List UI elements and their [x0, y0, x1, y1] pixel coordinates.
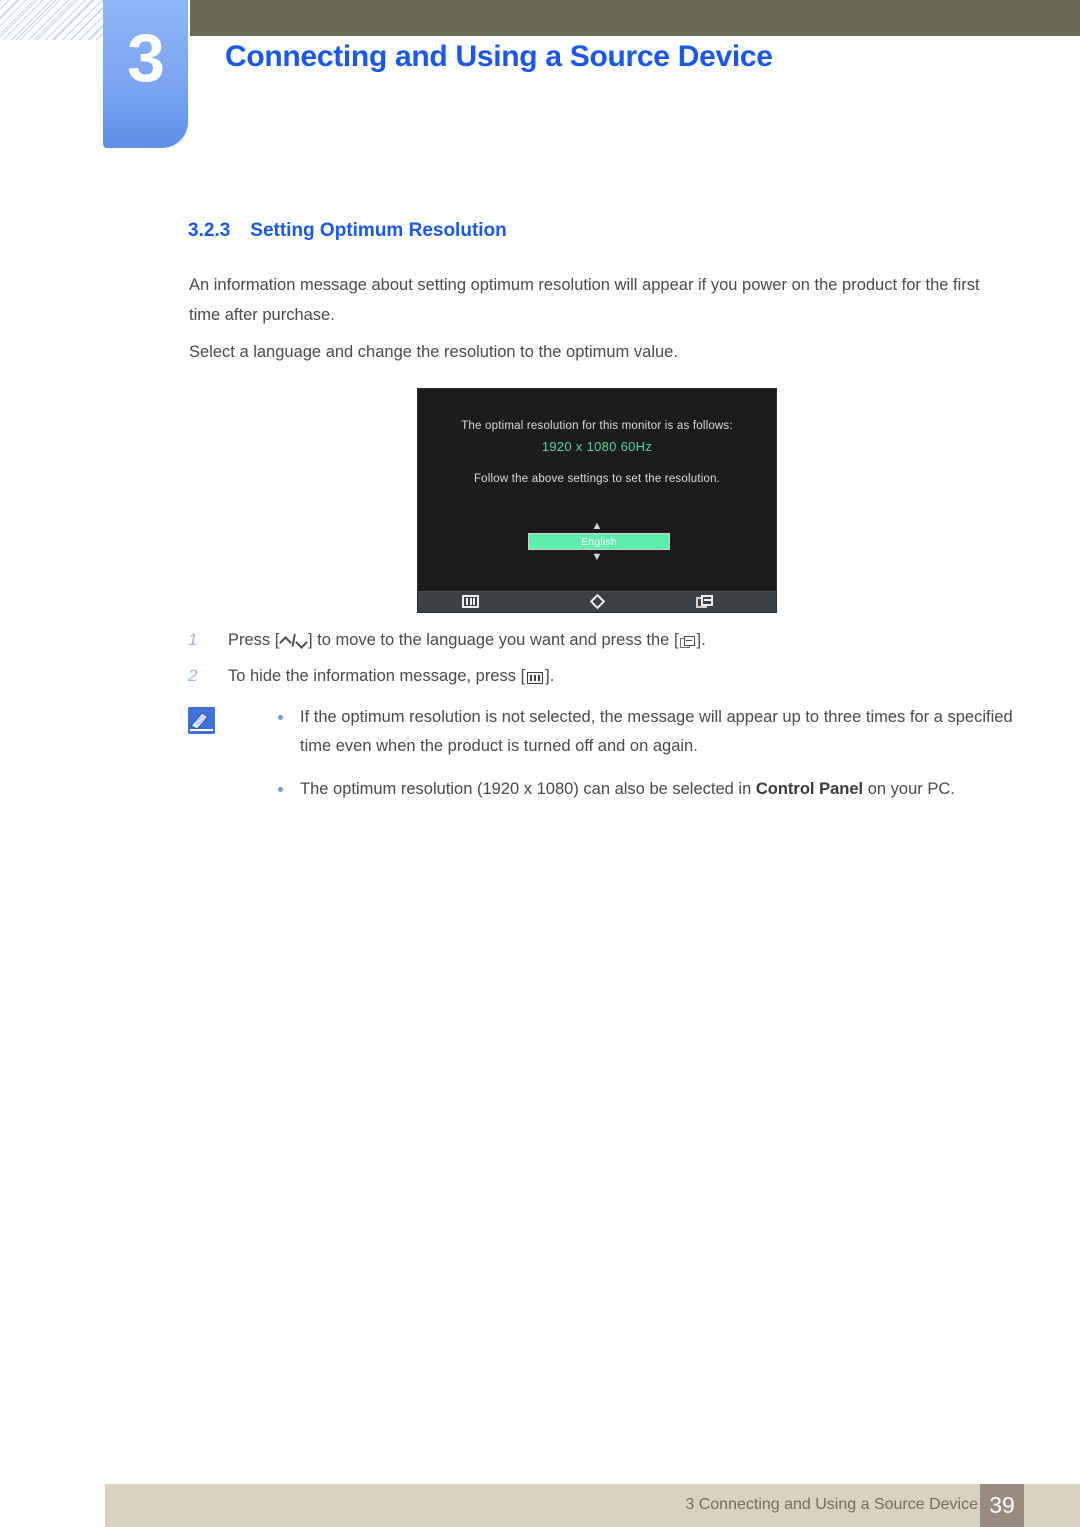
- menu-icon: [527, 672, 544, 684]
- step-item-1: 1 Press [ / ] to move to the language yo…: [188, 627, 988, 653]
- osd-arrow-up-icon: ▲: [591, 520, 603, 532]
- chapter-number: 3: [127, 20, 165, 96]
- step-text: Press [ / ] to move to the language you …: [228, 627, 706, 653]
- step-number: 2: [188, 666, 198, 685]
- numbered-steps-list: 1 Press [ / ] to move to the language yo…: [188, 627, 988, 699]
- intro-paragraph-2: Select a language and change the resolut…: [189, 343, 678, 361]
- note-block: If the optimum resolution is not selecte…: [188, 703, 1018, 818]
- section-number: 3.2.3: [188, 220, 231, 241]
- chapter-number-tab: 3: [103, 0, 188, 148]
- note-item: If the optimum resolution is not selecte…: [274, 703, 1018, 761]
- section-heading: 3.2.3 Setting Optimum Resolution: [188, 220, 507, 242]
- note-items: If the optimum resolution is not selecte…: [274, 703, 1018, 804]
- note-text-bold: Control Panel: [755, 780, 864, 798]
- osd-diamond-icon: [589, 593, 606, 610]
- osd-message-illustration: The optimal resolution for this monitor …: [417, 388, 777, 613]
- intro-paragraph-1: An information message about setting opt…: [189, 276, 980, 324]
- osd-resolution-value: 1920 x 1080 60Hz: [541, 439, 653, 454]
- step-text-after: ].: [545, 667, 555, 685]
- document-page: 3 Connecting and Using a Source Device 3…: [0, 0, 1080, 1527]
- step-text: To hide the information message, press […: [228, 663, 554, 689]
- osd-menu-icon: [462, 595, 479, 608]
- page-footer: 3 Connecting and Using a Source Device 3…: [105, 1484, 1080, 1527]
- osd-line-2: Follow the above settings to set the res…: [473, 473, 721, 485]
- header-olive-bar: [190, 0, 1080, 36]
- step-text-after: ].: [696, 631, 706, 649]
- section-title: Setting Optimum Resolution: [250, 220, 507, 241]
- step-number: 1: [188, 630, 198, 649]
- osd-bottom-bar: [418, 591, 776, 612]
- step-text-before: Press [: [228, 631, 280, 649]
- up-down-arrows-icon: /: [280, 628, 307, 654]
- chapter-title: Connecting and Using a Source Device: [225, 40, 773, 73]
- enter-icon: [679, 635, 696, 649]
- osd-arrow-down-icon: ▼: [591, 551, 603, 563]
- page-number: 39: [989, 1492, 1015, 1518]
- decorative-hatch-pattern-overlay: [0, 0, 104, 40]
- note-text-after: on your PC.: [863, 780, 955, 798]
- osd-enter-icon: [696, 595, 714, 609]
- step-text-before: To hide the information message, press [: [228, 667, 526, 685]
- step-text-middle: ] to move to the language you want and p…: [307, 631, 679, 649]
- osd-line-1: The optimal resolution for this monitor …: [461, 420, 733, 432]
- page-number-box: 39: [980, 1484, 1024, 1527]
- osd-language-selector: English: [528, 533, 670, 550]
- footer-chapter-label: 3 Connecting and Using a Source Device: [685, 1496, 978, 1513]
- osd-language-value: English: [581, 535, 617, 548]
- note-text-before: The optimum resolution (1920 x 1080) can…: [300, 780, 756, 798]
- note-pencil-icon: [188, 707, 215, 734]
- step-item-2: 2 To hide the information message, press…: [188, 663, 988, 689]
- note-item: The optimum resolution (1920 x 1080) can…: [274, 775, 1018, 804]
